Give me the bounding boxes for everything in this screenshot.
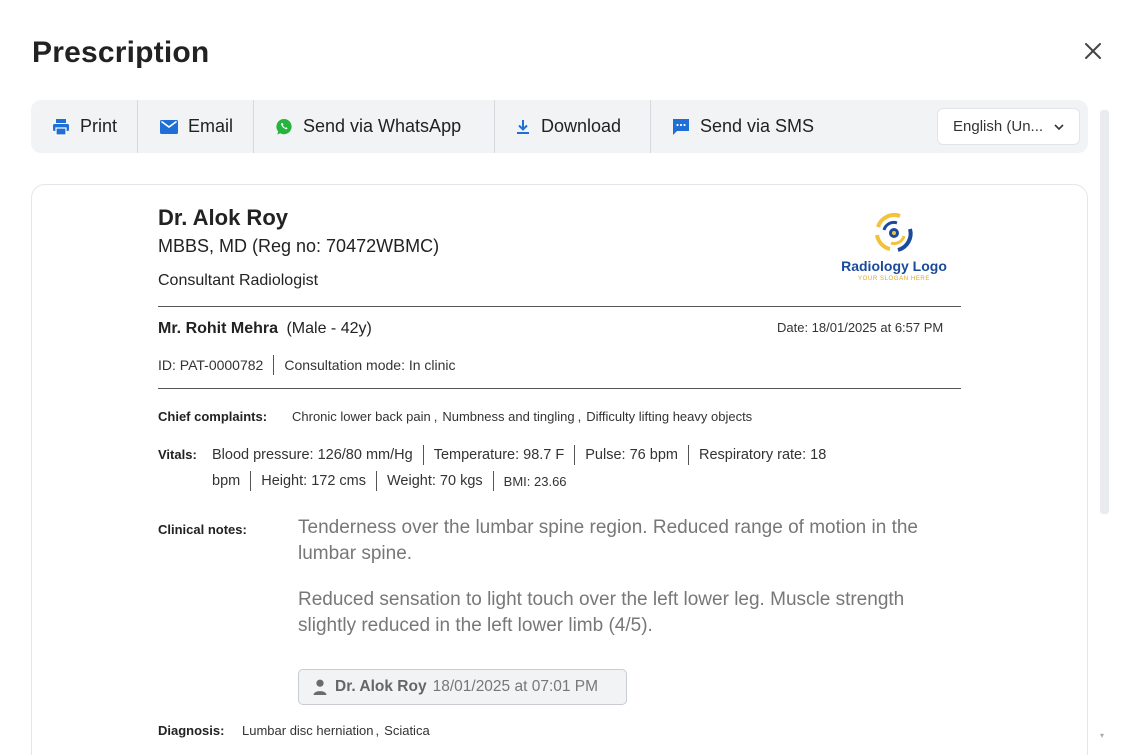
divider bbox=[250, 471, 252, 491]
clinical-note-paragraph: Tenderness over the lumbar spine region.… bbox=[298, 517, 918, 564]
diagnosis-list: Lumbar disc herniation, Sciatica bbox=[242, 723, 430, 738]
divider bbox=[574, 445, 576, 465]
consultation-mode: Consultation mode: In clinic bbox=[284, 357, 456, 373]
separator: , bbox=[433, 409, 438, 424]
chief-complaints-list: Chronic lower back pain, Numbness and ti… bbox=[292, 409, 752, 424]
divider bbox=[376, 471, 377, 491]
doctor-role: Consultant Radiologist bbox=[158, 272, 319, 289]
vitals-label: Vitals: bbox=[158, 447, 197, 462]
doctor-name: Dr. Alok Roy bbox=[158, 205, 288, 230]
prescription-date: Date: 18/01/2025 at 6:57 PM bbox=[777, 320, 944, 335]
patient-info: Mr. Rohit Mehra (Male - 42y) bbox=[158, 320, 372, 338]
logo-text: Radiology Logo bbox=[841, 258, 947, 274]
diagnosis-item: Sciatica bbox=[384, 723, 430, 738]
chief-complaints-label: Chief complaints: bbox=[158, 409, 268, 424]
download-button[interactable]: Download bbox=[495, 100, 651, 153]
clinical-notes-label: Clinical notes: bbox=[158, 522, 247, 537]
complaint-item: Difficulty lifting heavy objects bbox=[586, 409, 753, 424]
vital-respiratory-unit: bpm bbox=[212, 473, 241, 489]
complaint-item: Numbness and tingling bbox=[442, 409, 575, 424]
note-timestamp: 18/01/2025 at 07:01 PM bbox=[432, 678, 599, 695]
whatsapp-label: Send via WhatsApp bbox=[303, 116, 462, 136]
scroll-down-arrow[interactable]: ▾ bbox=[1100, 731, 1104, 740]
email-button[interactable]: Email bbox=[138, 100, 254, 153]
radiology-logo-icon bbox=[875, 213, 913, 252]
mail-icon bbox=[160, 119, 178, 134]
modal-title: Prescription bbox=[32, 36, 210, 69]
patient-meta: ID: PAT-0000782 Consultation mode: In cl… bbox=[158, 355, 456, 375]
diagnosis-label: Diagnosis: bbox=[158, 723, 225, 738]
separator: , bbox=[375, 723, 380, 738]
vitals-line-1: Blood pressure: 126/80 mm/Hg Temperature… bbox=[212, 445, 826, 465]
patient-name: Mr. Rohit Mehra bbox=[158, 320, 279, 337]
vital-respiratory-rate: Respiratory rate: 18 bbox=[698, 447, 827, 463]
vital-bmi: BMI: 23.66 bbox=[503, 473, 567, 489]
sms-label: Send via SMS bbox=[700, 116, 815, 136]
language-select[interactable]: English (Un... bbox=[937, 108, 1080, 145]
close-icon[interactable] bbox=[1080, 38, 1106, 64]
divider bbox=[422, 445, 424, 465]
note-author-chip: Dr. Alok Roy 18/01/2025 at 07:01 PM bbox=[298, 669, 627, 705]
printer-icon bbox=[53, 118, 69, 136]
email-label: Email bbox=[188, 116, 234, 136]
divider bbox=[687, 445, 689, 465]
vital-pulse: Pulse: 76 bpm bbox=[585, 447, 678, 463]
vitals-line-2: bpm Height: 172 cms Weight: 70 kgs BMI: … bbox=[212, 471, 567, 491]
vital-temperature: Temperature: 98.7 F bbox=[433, 447, 565, 463]
doctor-qualification: MBBS, MD (Reg no: 70472WBMC) bbox=[158, 236, 440, 256]
clinical-note-paragraph: Reduced sensation to light touch over th… bbox=[298, 589, 905, 636]
vital-weight: Weight: 70 kgs bbox=[387, 473, 483, 489]
separator: , bbox=[577, 409, 582, 424]
complaint-item: Chronic lower back pain bbox=[292, 409, 431, 424]
user-icon bbox=[313, 679, 327, 695]
divider bbox=[273, 355, 275, 375]
logo-slogan: YOUR SLOGAN HERE bbox=[858, 276, 930, 282]
vital-height: Height: 172 cms bbox=[261, 473, 366, 489]
language-value: English (Un... bbox=[953, 118, 1044, 135]
patient-id: ID: PAT-0000782 bbox=[158, 357, 264, 373]
sms-button[interactable]: Send via SMS bbox=[651, 100, 871, 153]
whatsapp-button[interactable]: Send via WhatsApp bbox=[254, 100, 495, 153]
divider bbox=[492, 471, 494, 491]
chat-icon bbox=[673, 118, 689, 135]
print-button[interactable]: Print bbox=[31, 100, 138, 153]
download-icon bbox=[517, 119, 529, 134]
vital-blood-pressure: Blood pressure: 126/80 mm/Hg bbox=[212, 447, 413, 463]
note-author-name: Dr. Alok Roy bbox=[335, 678, 427, 695]
clinic-logo: Radiology Logo YOUR SLOGAN HERE bbox=[826, 208, 962, 288]
scrollbar[interactable] bbox=[1100, 110, 1109, 514]
whatsapp-icon bbox=[276, 118, 292, 135]
download-label: Download bbox=[541, 116, 622, 136]
print-label: Print bbox=[80, 116, 118, 136]
patient-details: (Male - 42y) bbox=[286, 320, 372, 337]
chevron-down-icon bbox=[1054, 124, 1064, 131]
close-button[interactable] bbox=[1080, 38, 1106, 64]
action-toolbar: Print Email Send via WhatsApp Download S… bbox=[31, 100, 1088, 153]
header-divider bbox=[158, 306, 961, 307]
patient-divider bbox=[158, 388, 961, 389]
diagnosis-item: Lumbar disc herniation bbox=[242, 723, 374, 738]
